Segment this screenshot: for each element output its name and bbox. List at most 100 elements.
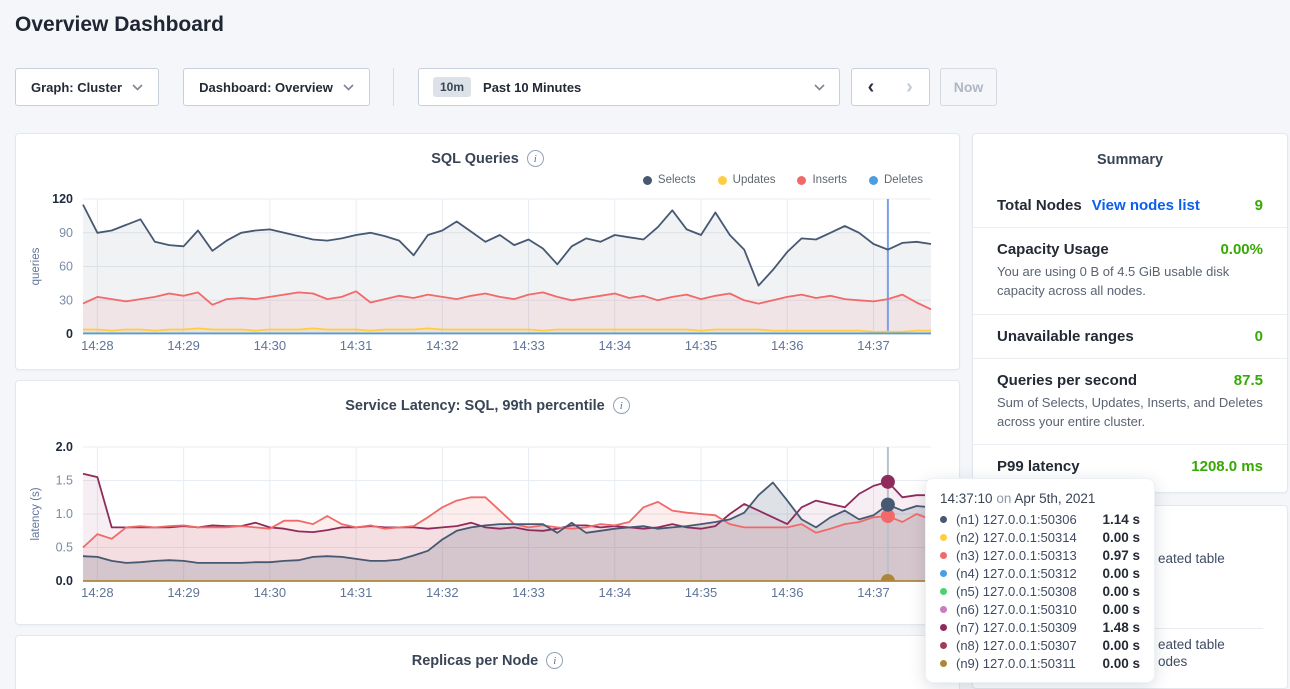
svg-text:14:33: 14:33 — [512, 338, 545, 353]
info-icon[interactable]: i — [527, 150, 544, 167]
tooltip-row-9: (n9) 127.0.0.1:50311 0.00 s — [940, 654, 1140, 672]
node-latency-value: 0.00 s — [1102, 584, 1140, 599]
node-color-dot — [940, 606, 947, 613]
summary-label: Capacity Usage — [997, 241, 1109, 258]
node-address: (n9) 127.0.0.1:50311 — [956, 656, 1076, 671]
svg-text:14:34: 14:34 — [599, 585, 632, 600]
svg-text:queries: queries — [30, 247, 42, 285]
svg-text:1.0: 1.0 — [56, 507, 73, 521]
controls-divider — [393, 68, 394, 106]
summary-panel: Summary Total NodesView nodes list9Capac… — [972, 133, 1288, 493]
replicas-title: Replicas per Node — [412, 653, 539, 669]
summary-rows: Total NodesView nodes list9Capacity Usag… — [973, 184, 1287, 488]
time-next-button[interactable]: › — [890, 68, 930, 106]
node-color-dot — [940, 516, 947, 523]
replicas-title-row: Replicas per Node i — [16, 636, 959, 669]
svg-text:90: 90 — [59, 226, 73, 240]
node-latency-value: 1.48 s — [1102, 620, 1140, 635]
chevron-down-icon — [343, 84, 354, 91]
summary-value: 0.00% — [1220, 241, 1263, 258]
svg-text:14:33: 14:33 — [512, 585, 545, 600]
time-range-label: Past 10 Minutes — [483, 80, 581, 95]
node-latency-value: 0.00 s — [1102, 656, 1140, 671]
event-text-fragment-2: odes — [1158, 654, 1187, 669]
replicas-card: Replicas per Node i — [15, 635, 960, 689]
svg-text:0: 0 — [66, 327, 73, 341]
node-address: (n6) 127.0.0.1:50310 — [956, 602, 1077, 617]
dashboard-dropdown[interactable]: Dashboard: Overview — [183, 68, 370, 106]
summary-value: 9 — [1255, 197, 1263, 214]
summary-value: 0 — [1255, 328, 1263, 345]
node-color-dot — [940, 624, 947, 631]
tooltip-row-4: (n4) 127.0.0.1:503120.00 s — [940, 564, 1140, 582]
svg-text:14:32: 14:32 — [426, 585, 459, 600]
summary-row-3: Queries per second 87.5 Sum of Selects, Up… — [973, 358, 1287, 445]
node-color-dot — [940, 552, 947, 559]
svg-text:latency (s): latency (s) — [30, 487, 42, 540]
info-icon[interactable]: i — [546, 652, 563, 669]
node-latency-value: 0.00 s — [1102, 638, 1140, 653]
view-nodes-list-link[interactable]: View nodes list — [1092, 197, 1200, 214]
svg-text:120: 120 — [52, 192, 73, 206]
node-address: (n7) 127.0.0.1:50309 — [956, 620, 1077, 635]
node-address: (n8) 127.0.0.1:50307 — [956, 638, 1077, 653]
summary-row-1: Capacity Usage0.00%You are using 0 B of … — [973, 227, 1287, 314]
svg-text:0.5: 0.5 — [56, 541, 73, 555]
summary-label: Queries per second — [997, 372, 1137, 389]
service-latency-title: Service Latency: SQL, 99th percentile — [345, 398, 605, 414]
tooltip-header: 14:37:10 on Apr 5th, 2021 — [940, 489, 1140, 510]
tooltip-row-3: (n3) 127.0.0.1:503130.97 s — [940, 546, 1140, 564]
tooltip-on: on — [996, 491, 1011, 506]
chevron-down-icon — [132, 84, 143, 91]
sql-queries-chart[interactable]: 14:2814:2914:3014:3114:3214:3314:3414:35… — [16, 184, 959, 359]
service-latency-chart[interactable]: 14:2814:2914:3014:3114:3214:3314:3414:35… — [16, 431, 959, 606]
summary-title: Summary — [973, 134, 1287, 168]
svg-text:0.0: 0.0 — [56, 574, 73, 588]
graph-dropdown[interactable]: Graph: Cluster — [15, 68, 159, 106]
node-address: (n1) 127.0.0.1:50306 — [956, 512, 1077, 527]
node-color-dot — [940, 588, 947, 595]
node-color-dot — [940, 660, 947, 667]
time-range-picker[interactable]: 10m Past 10 Minutes — [418, 68, 840, 106]
summary-row-0: Total NodesView nodes list9 — [973, 184, 1287, 227]
summary-value: 1208.0 ms — [1191, 458, 1263, 475]
summary-value: 87.5 — [1234, 372, 1263, 389]
sql-queries-title: SQL Queries — [431, 151, 519, 167]
tooltip-row-2: (n2) 127.0.0.1:503140.00 s — [940, 528, 1140, 546]
dashboard-dropdown-label: Dashboard: Overview — [199, 80, 333, 95]
summary-desc: Sum of Selects, Updates, Inserts, and De… — [997, 394, 1263, 432]
service-latency-title-row: Service Latency: SQL, 99th percentile i — [16, 381, 959, 414]
node-color-dot — [940, 642, 947, 649]
event-text-fragment-0: eated table — [1158, 551, 1225, 566]
svg-text:14:35: 14:35 — [685, 338, 718, 353]
time-now-button[interactable]: Now — [940, 68, 997, 106]
info-icon[interactable]: i — [613, 397, 630, 414]
svg-text:2.0: 2.0 — [56, 440, 73, 454]
svg-text:14:31: 14:31 — [340, 338, 373, 353]
node-address: (n3) 127.0.0.1:50313 — [956, 548, 1077, 563]
svg-text:1.5: 1.5 — [56, 474, 73, 488]
summary-label: P99 latency — [997, 458, 1080, 475]
event-text-fragment-1: eated table — [1158, 637, 1225, 652]
tooltip-row-1: (n1) 127.0.0.1:503061.14 s — [940, 510, 1140, 528]
tooltip-row-6: (n6) 127.0.0.1:50310 0.00 s — [940, 600, 1140, 618]
graph-dropdown-label: Graph: Cluster — [31, 80, 122, 95]
chart-hover-tooltip: 14:37:10 on Apr 5th, 2021 (n1) 127.0.0.1… — [925, 478, 1155, 683]
sql-queries-card: SQL Queries i SelectsUpdatesInsertsDelet… — [15, 133, 960, 370]
node-address: (n5) 127.0.0.1:50308 — [956, 584, 1077, 599]
svg-text:14:29: 14:29 — [167, 338, 200, 353]
service-latency-card: Service Latency: SQL, 99th percentile i … — [15, 380, 960, 625]
tooltip-row-5: (n5) 127.0.0.1:50308 0.00 s — [940, 582, 1140, 600]
node-address: (n2) 127.0.0.1:50314 — [956, 530, 1077, 545]
svg-text:14:36: 14:36 — [771, 585, 804, 600]
page-title: Overview Dashboard — [15, 13, 224, 37]
svg-text:14:37: 14:37 — [857, 585, 890, 600]
svg-text:14:37: 14:37 — [857, 338, 890, 353]
time-prev-button[interactable]: ‹ — [851, 68, 891, 106]
sql-queries-title-row: SQL Queries i — [16, 134, 959, 167]
tooltip-rows: (n1) 127.0.0.1:503061.14 s(n2) 127.0.0.1… — [940, 510, 1140, 672]
node-latency-value: 0.00 s — [1102, 602, 1140, 617]
svg-text:30: 30 — [59, 293, 73, 307]
node-color-dot — [940, 570, 947, 577]
svg-text:14:29: 14:29 — [167, 585, 200, 600]
